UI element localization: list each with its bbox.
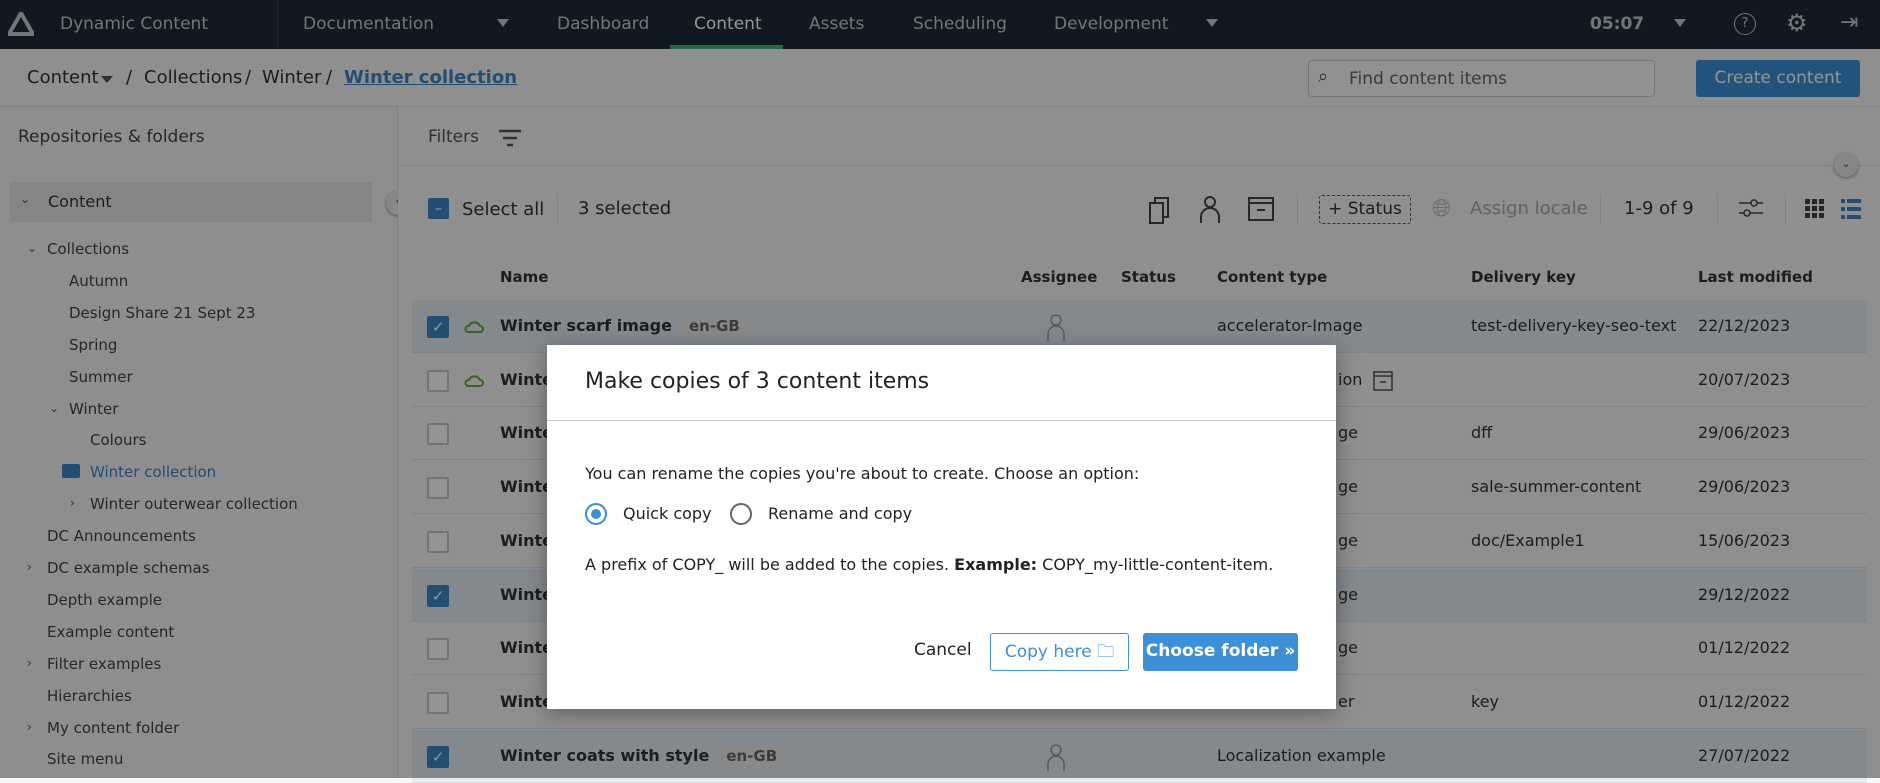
quick-copy-radio[interactable] bbox=[585, 503, 607, 525]
folder-icon: 🗀︎ bbox=[1097, 642, 1115, 662]
dialog-intro: You can rename the copies you're about t… bbox=[585, 464, 1140, 483]
choose-folder-button[interactable]: Choose folder » bbox=[1143, 633, 1298, 671]
quick-copy-label[interactable]: Quick copy bbox=[623, 504, 712, 523]
prefix-note: A prefix of COPY_ will be added to the c… bbox=[585, 555, 1274, 574]
copy-here-button[interactable]: Copy here 🗀︎ bbox=[990, 633, 1129, 671]
rename-and-copy-radio[interactable] bbox=[730, 503, 752, 525]
copy-dialog: Make copies of 3 content items You can r… bbox=[547, 345, 1336, 709]
rename-and-copy-label[interactable]: Rename and copy bbox=[768, 504, 912, 523]
dialog-title: Make copies of 3 content items bbox=[585, 369, 930, 394]
cancel-button[interactable]: Cancel bbox=[914, 640, 972, 660]
